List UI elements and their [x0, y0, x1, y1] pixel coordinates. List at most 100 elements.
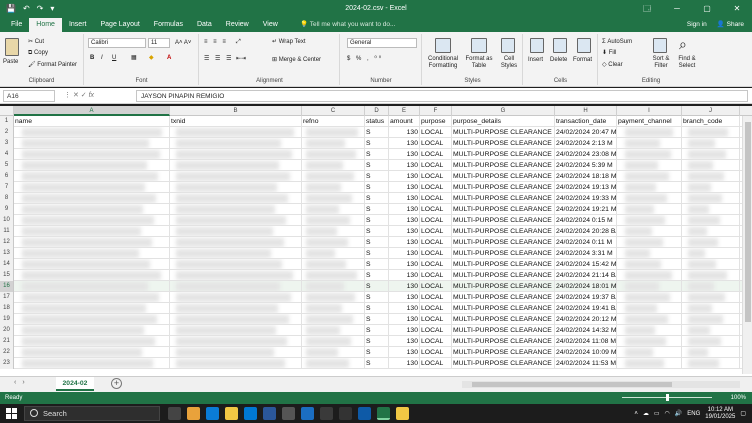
redacted-cell[interactable]: [170, 358, 302, 369]
borders-icon[interactable]: ▦: [131, 54, 137, 62]
number-format-icons[interactable]: $ % , ⁰⁰: [347, 55, 383, 63]
cell-purpose[interactable]: LOCAL: [420, 171, 452, 182]
redacted-cell[interactable]: [682, 303, 740, 314]
redacted-cell[interactable]: [617, 303, 682, 314]
format-as-table-button[interactable]: Format as Table: [463, 56, 495, 70]
redacted-cell[interactable]: [14, 325, 170, 336]
cell-purpose[interactable]: LOCAL: [420, 270, 452, 281]
cell-purpose-details[interactable]: MULTI-PURPOSE CLEARANCE: [452, 303, 555, 314]
header-cell-payment-channel[interactable]: payment_channel: [617, 116, 682, 127]
redacted-cell[interactable]: [682, 325, 740, 336]
insert-cells-icon[interactable]: [530, 38, 544, 53]
cell-transaction-date[interactable]: 24/02/2024 20:28 BA: [555, 226, 617, 237]
redacted-cell[interactable]: [617, 215, 682, 226]
find-magnifier-icon[interactable]: ⌕: [679, 36, 687, 52]
zoom-level[interactable]: 100%: [731, 392, 746, 404]
format-as-table-icon[interactable]: [471, 38, 487, 53]
cell-purpose-details[interactable]: MULTI-PURPOSE CLEARANCE: [452, 226, 555, 237]
redacted-cell[interactable]: [682, 160, 740, 171]
row-number[interactable]: 18: [0, 303, 14, 314]
header-cell-branch-code[interactable]: branch_code: [682, 116, 740, 127]
redacted-cell[interactable]: [14, 204, 170, 215]
redacted-cell[interactable]: [682, 292, 740, 303]
redacted-cell[interactable]: [302, 358, 365, 369]
row-number[interactable]: 12: [0, 237, 14, 248]
tab-view[interactable]: View: [256, 18, 285, 32]
row-number[interactable]: 15: [0, 270, 14, 281]
cell-purpose-details[interactable]: MULTI-PURPOSE CLEARANCE: [452, 248, 555, 259]
redacted-cell[interactable]: [170, 193, 302, 204]
cell-styles-button[interactable]: Cell Styles: [497, 56, 521, 70]
edge-icon[interactable]: [206, 407, 219, 420]
redacted-cell[interactable]: [617, 182, 682, 193]
redacted-cell[interactable]: [170, 270, 302, 281]
cell-transaction-date[interactable]: 24/02/2024 11:53 M: [555, 358, 617, 369]
cell-purpose[interactable]: LOCAL: [420, 215, 452, 226]
conditional-formatting-icon[interactable]: [435, 38, 451, 53]
italic-button[interactable]: I: [101, 54, 103, 62]
font-color-icon[interactable]: A: [167, 54, 171, 62]
cell-purpose-details[interactable]: MULTI-PURPOSE CLEARANCE: [452, 259, 555, 270]
redacted-cell[interactable]: [170, 292, 302, 303]
tab-formulas[interactable]: Formulas: [147, 18, 190, 32]
cell-purpose-details[interactable]: MULTI-PURPOSE CLEARANCE: [452, 336, 555, 347]
redacted-cell[interactable]: [170, 325, 302, 336]
cell-status[interactable]: S: [365, 138, 389, 149]
row-number[interactable]: 20: [0, 325, 14, 336]
redacted-cell[interactable]: [14, 171, 170, 182]
row-number[interactable]: 8: [0, 193, 14, 204]
cell-purpose-details[interactable]: MULTI-PURPOSE CLEARANCE: [452, 171, 555, 182]
redacted-cell[interactable]: [682, 248, 740, 259]
cell-amount[interactable]: 130: [389, 138, 420, 149]
redacted-cell[interactable]: [170, 160, 302, 171]
redacted-cell[interactable]: [682, 193, 740, 204]
redacted-cell[interactable]: [617, 358, 682, 369]
cell-purpose[interactable]: LOCAL: [420, 248, 452, 259]
excel-taskbar-icon[interactable]: [377, 407, 390, 420]
cell-purpose-details[interactable]: MULTI-PURPOSE CLEARANCE: [452, 204, 555, 215]
redacted-cell[interactable]: [302, 160, 365, 171]
header-cell-amount[interactable]: amount: [389, 116, 420, 127]
cell-transaction-date[interactable]: 24/02/2024 5:39 M: [555, 160, 617, 171]
redacted-cell[interactable]: [617, 314, 682, 325]
redacted-cell[interactable]: [617, 160, 682, 171]
row-number[interactable]: 22: [0, 347, 14, 358]
redacted-cell[interactable]: [14, 193, 170, 204]
cell-purpose[interactable]: LOCAL: [420, 314, 452, 325]
cell-amount[interactable]: 130: [389, 204, 420, 215]
redacted-cell[interactable]: [170, 204, 302, 215]
cell-purpose-details[interactable]: MULTI-PURPOSE CLEARANCE: [452, 325, 555, 336]
cell-status[interactable]: S: [365, 248, 389, 259]
share-button[interactable]: 👤 Share: [717, 18, 744, 32]
orientation-icon[interactable]: ⤢: [236, 38, 241, 46]
cell-purpose-details[interactable]: MULTI-PURPOSE CLEARANCE: [452, 237, 555, 248]
cell-transaction-date[interactable]: 24/02/2024 0:11 M: [555, 237, 617, 248]
cell-transaction-date[interactable]: 24/02/2024 19:41 BA: [555, 303, 617, 314]
redacted-cell[interactable]: [14, 248, 170, 259]
redacted-cell[interactable]: [170, 138, 302, 149]
cell-status[interactable]: S: [365, 226, 389, 237]
header-cell-status[interactable]: status: [365, 116, 389, 127]
redacted-cell[interactable]: [14, 226, 170, 237]
redacted-cell[interactable]: [302, 325, 365, 336]
redacted-cell[interactable]: [14, 237, 170, 248]
vertical-scroll-thumb[interactable]: [745, 122, 751, 322]
redacted-cell[interactable]: [682, 182, 740, 193]
redacted-cell[interactable]: [617, 281, 682, 292]
tell-me-box[interactable]: 💡 Tell me what you want to do...: [300, 18, 395, 32]
row-number[interactable]: 4: [0, 149, 14, 160]
redacted-cell[interactable]: [617, 292, 682, 303]
cell-amount[interactable]: 130: [389, 358, 420, 369]
redacted-cell[interactable]: [302, 237, 365, 248]
windows-start-icon[interactable]: [6, 408, 17, 419]
cell-transaction-date[interactable]: 24/02/2024 21:14 BA: [555, 270, 617, 281]
task-view-icon[interactable]: [168, 407, 181, 420]
cell-amount[interactable]: 130: [389, 182, 420, 193]
minimize-button[interactable]: ─: [662, 0, 692, 18]
header-cell-transaction-date[interactable]: transaction_date: [555, 116, 617, 127]
redacted-cell[interactable]: [170, 248, 302, 259]
underline-button[interactable]: U: [112, 54, 116, 62]
cell-status[interactable]: S: [365, 347, 389, 358]
format-cells-icon[interactable]: [577, 38, 591, 53]
app-icon-2[interactable]: [339, 407, 352, 420]
